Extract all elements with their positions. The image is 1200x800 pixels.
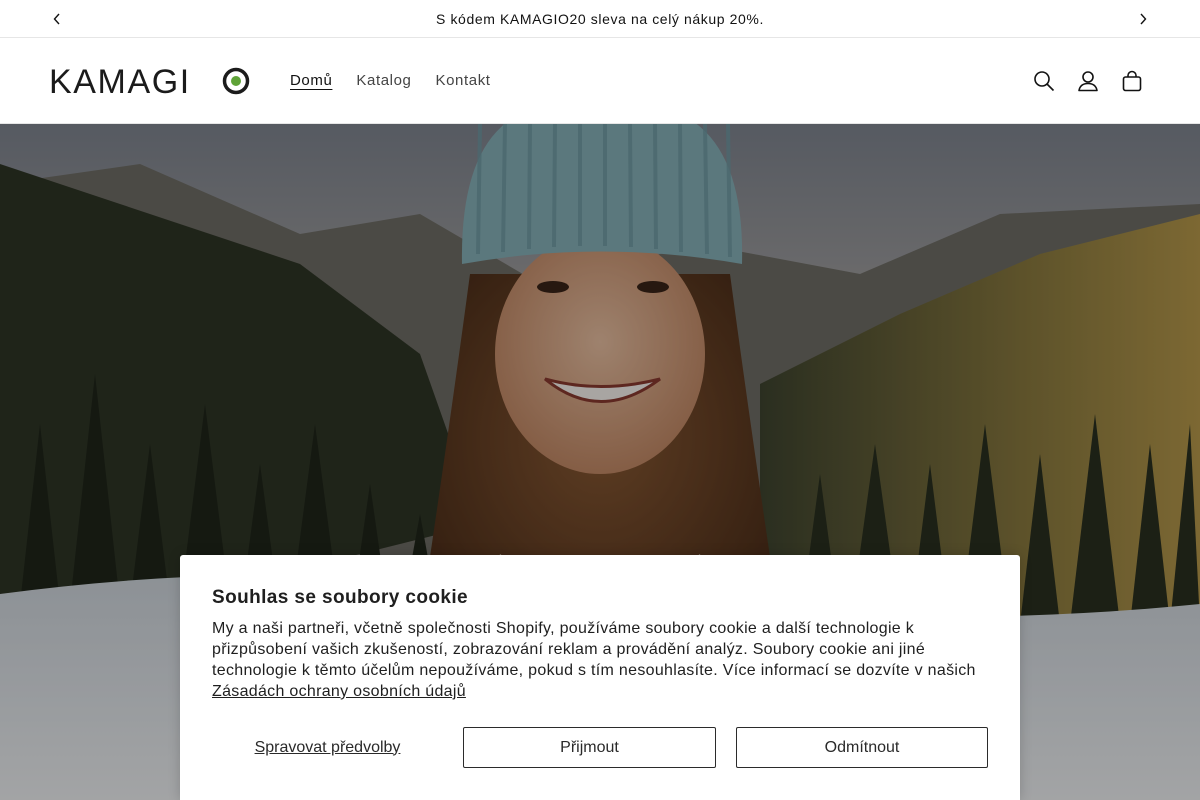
cookie-title: Souhlas se soubory cookie xyxy=(212,587,469,608)
cart-button[interactable] xyxy=(1110,59,1154,103)
logo[interactable]: KAMAGI xyxy=(49,65,251,97)
nav-item-catalog[interactable]: Katalog xyxy=(356,72,411,89)
nav-item-contact[interactable]: Kontakt xyxy=(436,72,491,89)
announcement-text: S kódem KAMAGIO20 sleva na celý nákup 20… xyxy=(436,10,764,27)
cookie-description: My a naši partneři, včetně společnosti S… xyxy=(212,618,988,702)
svg-text:KAMAGI: KAMAGI xyxy=(49,65,191,97)
announcement-bar: S kódem KAMAGIO20 sleva na celý nákup 20… xyxy=(0,0,1200,38)
chevron-right-icon xyxy=(1140,13,1147,25)
privacy-policy-link[interactable]: Zásadách ochrany osobních údajů xyxy=(212,683,466,700)
logo-wordmark: KAMAGI xyxy=(49,65,250,97)
account-button[interactable] xyxy=(1066,59,1110,103)
cookie-consent-dialog: Souhlas se soubory cookie My a naši part… xyxy=(180,555,1020,800)
header-icons xyxy=(1022,59,1154,103)
accept-button[interactable]: Přijmout xyxy=(463,727,716,768)
nav-item-home[interactable]: Domů xyxy=(290,72,332,89)
cookie-body-text: My a naši partneři, včetně společnosti S… xyxy=(212,620,976,679)
manage-preferences-button[interactable]: Spravovat předvolby xyxy=(212,727,443,768)
cart-icon xyxy=(1122,70,1142,92)
search-icon xyxy=(1034,71,1055,92)
announcement-prev-button[interactable] xyxy=(38,0,76,38)
decline-button[interactable]: Odmítnout xyxy=(736,727,988,768)
site-header: KAMAGI Domů Katalog Kontakt xyxy=(0,39,1200,124)
account-icon xyxy=(1078,71,1098,92)
search-button[interactable] xyxy=(1022,59,1066,103)
main-nav: Domů Katalog Kontakt xyxy=(290,72,491,89)
chevron-left-icon xyxy=(53,13,60,25)
announcement-next-button[interactable] xyxy=(1124,0,1162,38)
